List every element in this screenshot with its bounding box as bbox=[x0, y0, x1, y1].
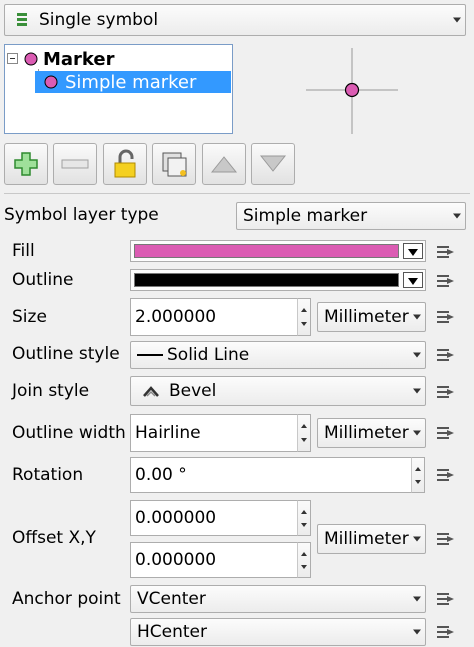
duplicate-icon bbox=[162, 152, 187, 177]
anchor-vertical-select[interactable]: VCenter bbox=[130, 585, 426, 613]
collapse-icon bbox=[7, 53, 18, 64]
outline-width-stepper[interactable] bbox=[297, 414, 311, 452]
outline-width-unit-select[interactable]: Millimeter bbox=[317, 418, 426, 448]
fill-color-dropdown[interactable] bbox=[403, 243, 423, 259]
renderer-select[interactable]: Single symbol bbox=[4, 4, 466, 36]
offset-y-value: 0.000000 bbox=[135, 550, 217, 570]
size-label: Size bbox=[12, 307, 47, 327]
offset-unit-value: Millimeter bbox=[324, 529, 409, 549]
offset-y-stepper[interactable] bbox=[297, 542, 311, 578]
chevron-down-icon bbox=[413, 352, 421, 358]
tree-child-label: Simple marker bbox=[65, 71, 197, 93]
symbol-layer-type-select[interactable]: Simple marker bbox=[236, 202, 466, 230]
tree-root-label: Marker bbox=[43, 48, 115, 70]
size-unit-value: Millimeter bbox=[324, 307, 409, 327]
chevron-down-icon bbox=[413, 536, 421, 542]
data-defined-icon[interactable] bbox=[434, 622, 456, 642]
fill-color-button[interactable] bbox=[130, 240, 426, 262]
data-defined-icon[interactable] bbox=[434, 423, 456, 443]
outline-style-label: Outline style bbox=[12, 344, 120, 364]
arrow-up-icon bbox=[210, 156, 238, 173]
solid-line-icon bbox=[137, 354, 163, 356]
outline-style-value: Solid Line bbox=[167, 345, 250, 365]
plus-icon bbox=[14, 152, 38, 176]
size-stepper[interactable] bbox=[297, 298, 311, 336]
move-up-button[interactable] bbox=[202, 143, 246, 185]
add-layer-button[interactable] bbox=[4, 143, 48, 185]
fill-label: Fill bbox=[12, 241, 35, 261]
join-style-select[interactable]: Bevel bbox=[130, 376, 426, 406]
outline-width-unit-value: Millimeter bbox=[324, 423, 409, 443]
size-unit-select[interactable]: Millimeter bbox=[317, 302, 426, 332]
remove-layer-button[interactable] bbox=[53, 143, 97, 185]
rotation-stepper[interactable] bbox=[411, 457, 425, 493]
size-input[interactable]: 2.000000 bbox=[130, 298, 298, 336]
symbol-preview bbox=[306, 48, 398, 134]
outline-label: Outline bbox=[12, 270, 74, 290]
arrow-down-icon bbox=[259, 155, 287, 172]
join-style-value: Bevel bbox=[169, 381, 217, 401]
chevron-down-icon bbox=[413, 596, 421, 602]
data-defined-icon[interactable] bbox=[434, 242, 456, 262]
outline-color-swatch bbox=[134, 273, 399, 287]
rotation-label: Rotation bbox=[12, 465, 84, 485]
data-defined-icon[interactable] bbox=[434, 271, 456, 291]
fill-color-swatch bbox=[134, 244, 399, 258]
tree-item-marker[interactable]: Marker bbox=[7, 48, 115, 70]
tree-item-simple-marker[interactable]: Simple marker bbox=[35, 71, 231, 93]
data-defined-icon[interactable] bbox=[434, 465, 456, 485]
offset-x-value: 0.000000 bbox=[135, 508, 217, 528]
minus-icon bbox=[61, 159, 89, 169]
outline-width-label: Outline width bbox=[12, 423, 126, 443]
chevron-down-icon bbox=[453, 17, 461, 23]
offset-x-stepper[interactable] bbox=[297, 500, 311, 536]
join-style-label: Join style bbox=[12, 381, 90, 401]
anchor-point-label: Anchor point bbox=[12, 589, 121, 609]
chevron-down-icon bbox=[413, 314, 421, 320]
simple-marker-icon bbox=[44, 75, 58, 89]
outline-style-select[interactable]: Solid Line bbox=[130, 341, 426, 369]
lock-icon bbox=[114, 149, 136, 178]
outline-width-input[interactable]: Hairline bbox=[130, 414, 298, 452]
chevron-down-icon bbox=[453, 213, 461, 219]
offset-label: Offset X,Y bbox=[12, 528, 96, 548]
renderer-label: Single symbol bbox=[39, 10, 159, 30]
anchor-horizontal-select[interactable]: HCenter bbox=[130, 618, 426, 646]
bevel-icon bbox=[143, 386, 159, 397]
data-defined-icon[interactable] bbox=[434, 307, 456, 327]
chevron-down-icon bbox=[413, 629, 421, 635]
single-symbol-icon bbox=[17, 13, 27, 26]
outline-color-dropdown[interactable] bbox=[403, 272, 423, 288]
outline-color-button[interactable] bbox=[130, 269, 426, 291]
outline-width-value: Hairline bbox=[135, 423, 201, 443]
marker-icon bbox=[24, 52, 38, 66]
data-defined-icon[interactable] bbox=[434, 345, 456, 365]
move-down-button[interactable] bbox=[251, 143, 295, 185]
anchor-vertical-value: VCenter bbox=[137, 589, 206, 609]
lock-layer-button[interactable] bbox=[103, 143, 147, 185]
data-defined-icon[interactable] bbox=[434, 382, 456, 402]
symbol-layer-type-label: Symbol layer type bbox=[4, 205, 159, 225]
symbol-layer-type-value: Simple marker bbox=[243, 206, 368, 226]
data-defined-icon[interactable] bbox=[434, 529, 456, 549]
size-value: 2.000000 bbox=[135, 307, 217, 327]
rotation-value: 0.00 ° bbox=[135, 465, 187, 485]
symbol-layer-tree[interactable]: Marker Simple marker bbox=[4, 44, 233, 134]
offset-y-input[interactable]: 0.000000 bbox=[130, 542, 298, 578]
chevron-down-icon bbox=[413, 388, 421, 394]
anchor-horizontal-value: HCenter bbox=[137, 622, 208, 642]
rotation-input[interactable]: 0.00 ° bbox=[130, 457, 412, 493]
data-defined-icon[interactable] bbox=[434, 589, 456, 609]
offset-x-input[interactable]: 0.000000 bbox=[130, 500, 298, 536]
duplicate-layer-button[interactable] bbox=[152, 143, 196, 185]
divider bbox=[4, 193, 470, 194]
offset-unit-select[interactable]: Millimeter bbox=[317, 524, 426, 554]
chevron-down-icon bbox=[413, 430, 421, 436]
